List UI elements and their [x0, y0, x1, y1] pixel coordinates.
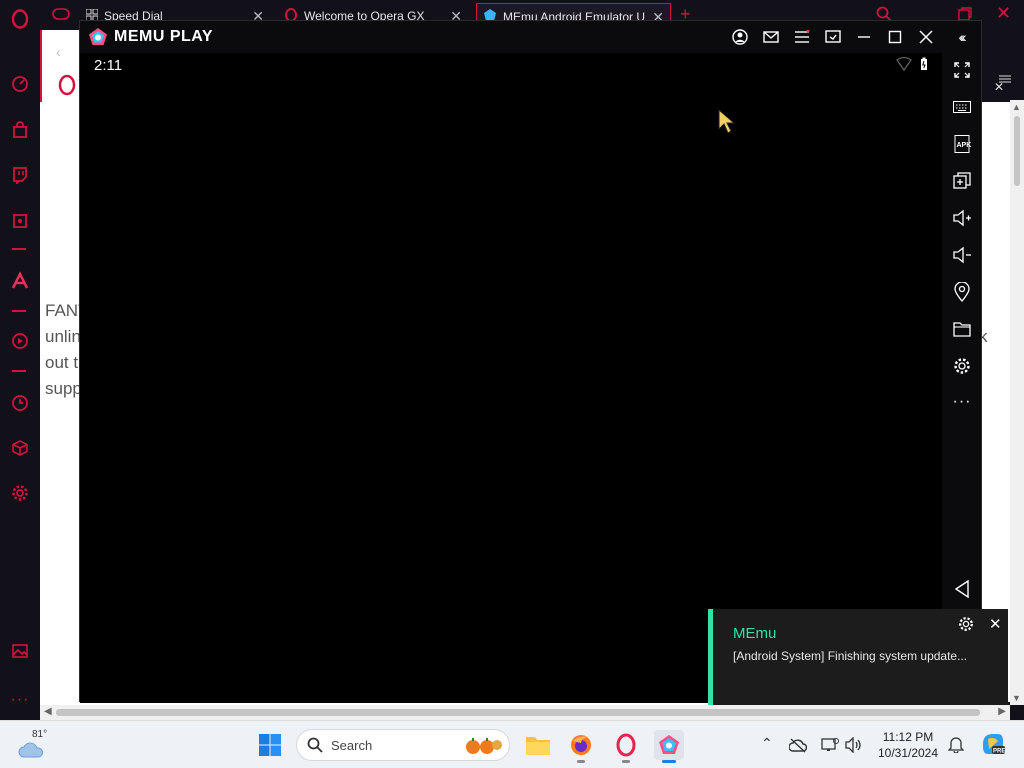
- close-icon[interactable]: [916, 27, 936, 47]
- scroll-left-icon[interactable]: ◀: [44, 706, 52, 717]
- easy-setup-icon[interactable]: [999, 72, 1011, 90]
- running-indicator: [622, 760, 630, 763]
- cloud-offline-icon[interactable]: [789, 737, 807, 753]
- firefox-icon[interactable]: [566, 730, 596, 763]
- location-icon[interactable]: [951, 281, 973, 303]
- running-indicator: [577, 760, 585, 763]
- twitch-icon[interactable]: [10, 165, 30, 185]
- gamepad-icon[interactable]: [52, 7, 70, 26]
- opera-logo-icon: [58, 74, 76, 101]
- more-dots-icon[interactable]: ···: [10, 690, 30, 710]
- battery-icon: [921, 57, 927, 70]
- play-circle-icon[interactable]: [10, 331, 30, 351]
- memu-taskbar-icon[interactable]: [654, 730, 684, 763]
- android-screen[interactable]: 2:11: [80, 53, 942, 703]
- svg-text:PRE: PRE: [993, 749, 1005, 755]
- multi-window-icon[interactable]: [951, 170, 973, 192]
- cube-icon[interactable]: [10, 438, 30, 458]
- network-icon[interactable]: [821, 737, 839, 753]
- notification-message: [Android System] Finishing system update…: [733, 649, 968, 663]
- horizontal-scrollbar[interactable]: ◀ ▶: [40, 705, 1010, 720]
- apk-icon[interactable]: APK: [951, 133, 973, 155]
- cloud-icon: [18, 742, 44, 758]
- back-arrow-icon[interactable]: ‹: [56, 44, 61, 60]
- user-icon[interactable]: [730, 27, 750, 47]
- opera-sidebar: ···: [0, 0, 40, 720]
- scrollbar-thumb[interactable]: [1014, 116, 1020, 186]
- copilot-icon[interactable]: PRE: [980, 731, 1006, 762]
- search-icon: [307, 737, 323, 753]
- windows-start-icon[interactable]: [255, 730, 285, 760]
- minimize-icon[interactable]: [854, 27, 874, 47]
- aria-icon[interactable]: [10, 271, 30, 291]
- taskbar-search[interactable]: Search: [296, 729, 510, 761]
- memu-window: MEMU PLAY ‹‹‹ 2:11 APK ···: [79, 20, 982, 703]
- memu-side-toolbar: APK ···: [942, 53, 981, 703]
- memu-logo: MEMU PLAY: [88, 27, 213, 47]
- maximize-icon[interactable]: [885, 27, 905, 47]
- search-placeholder: Search: [331, 737, 373, 753]
- folder-icon[interactable]: [951, 318, 973, 340]
- keyboard-icon[interactable]: [951, 96, 973, 118]
- history-clock-icon[interactable]: [10, 393, 30, 413]
- weather-temperature: 81°: [32, 729, 48, 740]
- vertical-scrollbar[interactable]: ▲ ▼: [1010, 100, 1024, 705]
- halloween-pumpkin-icon: [466, 738, 502, 754]
- mail-icon[interactable]: [761, 27, 781, 47]
- clock-date: 10/31/2024: [877, 746, 939, 760]
- memu-titlebar: MEMU PLAY ‹‹‹: [80, 21, 981, 53]
- opera-gx-taskbar-icon[interactable]: [611, 730, 641, 763]
- notification-settings-icon[interactable]: [958, 616, 974, 637]
- system-clock[interactable]: 11:12 PM 10/31/2024: [870, 729, 946, 761]
- back-icon[interactable]: [951, 578, 973, 600]
- shop-bag-icon[interactable]: [10, 120, 30, 140]
- notification-close-icon[interactable]: ✕: [989, 615, 1002, 633]
- screen-icon[interactable]: [823, 27, 843, 47]
- scrollbar-thumb[interactable]: [56, 709, 980, 716]
- opera-toolbar-fragment: ‹: [40, 30, 80, 102]
- settings-icon[interactable]: [951, 355, 973, 377]
- menu-icon[interactable]: [792, 27, 812, 47]
- scroll-right-icon[interactable]: ▶: [998, 706, 1006, 717]
- chevron-up-icon[interactable]: ⌃: [761, 735, 773, 752]
- clock-time: 11:12 PM: [882, 730, 934, 744]
- wifi-icon: [896, 57, 912, 71]
- weather-widget[interactable]: 81°: [16, 727, 60, 763]
- settings-gear-icon[interactable]: [10, 483, 30, 503]
- speaker-icon[interactable]: [845, 737, 863, 753]
- volume-up-icon[interactable]: [951, 207, 973, 229]
- notification-bell-icon[interactable]: [947, 735, 965, 758]
- file-explorer-icon[interactable]: [523, 730, 553, 760]
- memu-logo-icon: [89, 28, 107, 45]
- scroll-down-icon[interactable]: ▼: [1012, 693, 1021, 703]
- active-indicator: [662, 760, 676, 763]
- more-icon[interactable]: ···: [951, 391, 973, 413]
- collapse-icon[interactable]: ‹‹‹: [951, 27, 971, 47]
- app-name: MEMU PLAY: [114, 28, 214, 45]
- sidebar-divider: [12, 310, 26, 312]
- volume-down-icon[interactable]: [951, 244, 973, 266]
- scroll-up-icon[interactable]: ▲: [1012, 102, 1021, 112]
- sidebar-divider: [12, 370, 26, 372]
- android-clock: 2:11: [94, 57, 123, 74]
- fullscreen-icon[interactable]: [951, 59, 973, 81]
- notification-title: MEmu: [733, 625, 777, 642]
- sidebar-divider: [12, 248, 26, 250]
- window-close-icon[interactable]: ✕: [996, 3, 1011, 24]
- notification-toast[interactable]: MEmu [Android System] Finishing system u…: [708, 609, 1008, 705]
- android-status-icons: [896, 57, 928, 71]
- windows-taskbar: 81° Search ⌃ 11:12 PM 10/31/2024 PRE: [0, 720, 1024, 768]
- opera-logo-icon[interactable]: [10, 9, 30, 29]
- gallery-icon[interactable]: [10, 641, 30, 661]
- speedometer-icon[interactable]: [10, 74, 30, 94]
- player-icon[interactable]: [10, 211, 30, 231]
- mouse-cursor-icon: [718, 108, 736, 140]
- svg-text:APK: APK: [957, 142, 972, 149]
